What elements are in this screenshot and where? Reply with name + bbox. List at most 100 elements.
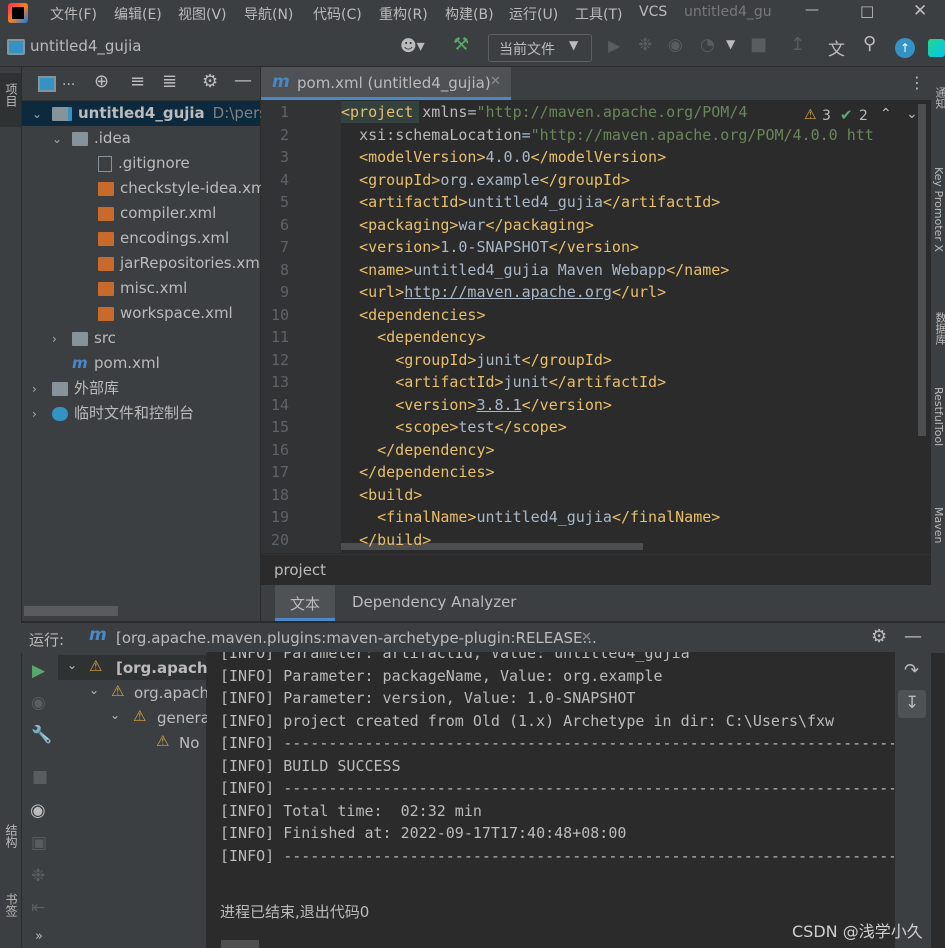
- scroll-to-end-button[interactable]: ↧: [898, 690, 926, 718]
- code-line[interactable]: xsi:schemaLocation="http://maven.apache.…: [341, 126, 874, 144]
- maximize-button[interactable]: □: [860, 2, 874, 20]
- code-line[interactable]: <version>3.8.1</version>: [341, 396, 612, 414]
- chevron-down-icon[interactable]: ⌄: [32, 102, 52, 127]
- run-tree-item[interactable]: org.apach: [134, 684, 209, 702]
- code-line[interactable]: <url>http://maven.apache.org</url>: [341, 283, 666, 301]
- menu-view[interactable]: 视图(V): [178, 4, 227, 24]
- code-line[interactable]: <name>untitled4_gujia Maven Webapp</name…: [341, 261, 729, 279]
- coverage-icon[interactable]: ◉: [668, 35, 683, 55]
- stop-icon[interactable]: ■: [750, 34, 767, 55]
- tree-item-compiler-xml[interactable]: compiler.xml: [78, 201, 216, 226]
- tree-item-idea[interactable]: ⌄ .idea: [52, 126, 131, 151]
- debug-icon[interactable]: ❉: [638, 35, 652, 55]
- pin-icon[interactable]: ❉: [31, 866, 45, 886]
- code-line[interactable]: </dependency>: [341, 441, 494, 459]
- code-line[interactable]: <project xmlns="http://maven.apache.org/…: [341, 103, 747, 121]
- code-line[interactable]: <dependencies>: [341, 306, 485, 324]
- user-icon[interactable]: ☻▾: [400, 36, 425, 55]
- next-highlight-icon[interactable]: ⌄: [906, 106, 918, 122]
- previous-highlight-icon[interactable]: ⌃: [880, 106, 892, 122]
- tree-item-encodings-xml[interactable]: encodings.xml: [78, 226, 229, 251]
- tree-item-src[interactable]: › src: [52, 326, 116, 351]
- run-tree-item[interactable]: genera: [157, 709, 210, 727]
- minimize-button[interactable]: —: [805, 2, 819, 18]
- code-line[interactable]: </build>: [341, 531, 431, 549]
- tree-item-jarrepositories-xml[interactable]: jarRepositories.xml: [78, 251, 264, 276]
- camera-icon[interactable]: ▣: [31, 833, 47, 853]
- tab-dependency-analyzer[interactable]: Dependency Analyzer: [352, 593, 516, 611]
- menu-navigate[interactable]: 导航(N): [244, 4, 293, 24]
- search-icon[interactable]: ⚲: [863, 33, 876, 54]
- code-line[interactable]: </dependencies>: [341, 463, 494, 481]
- close-tab-icon[interactable]: ✕: [490, 74, 501, 89]
- code-line[interactable]: <groupId>org.example</groupId>: [341, 171, 630, 189]
- close-run-tab-icon[interactable]: ✕: [581, 630, 592, 645]
- gear-icon[interactable]: ⚙: [202, 71, 218, 92]
- restful-tool-label[interactable]: RestfulTool: [932, 387, 945, 446]
- project-view-icon[interactable]: [38, 76, 56, 92]
- project-view-label[interactable]: ...: [62, 73, 75, 89]
- code-line[interactable]: <artifactId>untitled4_gujia</artifactId>: [341, 193, 720, 211]
- run-gear-icon[interactable]: ⚙: [871, 626, 887, 647]
- key-promoter-tool-label[interactable]: Key Promoter X: [932, 167, 945, 252]
- tab-pom-xml[interactable]: m pom.xml (untitled4_gujia) ✕: [261, 67, 511, 100]
- more-icon[interactable]: »: [35, 929, 43, 944]
- run-tree-item[interactable]: No: [179, 734, 199, 752]
- hide-icon[interactable]: —: [234, 70, 252, 91]
- menu-file[interactable]: 文件(F): [50, 4, 97, 24]
- run-tab-label[interactable]: [org.apache.maven.plugins:maven-archetyp…: [116, 629, 597, 647]
- structure-tool-label[interactable]: 结构: [3, 824, 20, 848]
- code-line[interactable]: <modelVersion>4.0.0</modelVersion>: [341, 148, 666, 166]
- rerun-icon[interactable]: ▶: [32, 661, 45, 681]
- tree-item-pom-xml[interactable]: m pom.xml: [52, 351, 160, 376]
- update-icon[interactable]: ↑: [895, 38, 915, 58]
- more-run-chevron-icon[interactable]: ▼: [726, 37, 735, 51]
- code-line[interactable]: <dependency>: [341, 328, 485, 346]
- chevron-down-icon[interactable]: ⌄: [89, 683, 99, 697]
- build-hammer-icon[interactable]: ⚒: [453, 34, 469, 55]
- soft-wrap-icon[interactable]: ↷: [904, 660, 919, 681]
- breadcrumb-item[interactable]: project: [274, 561, 326, 579]
- close-button[interactable]: ✕: [913, 1, 927, 21]
- menu-code[interactable]: 代码(C): [313, 4, 362, 24]
- console-horizontal-scrollbar[interactable]: [221, 940, 259, 948]
- tab-text[interactable]: 文本: [275, 585, 335, 621]
- chevron-right-icon[interactable]: ›: [32, 402, 52, 427]
- run-icon[interactable]: ▶: [608, 36, 620, 55]
- tree-item-misc-xml[interactable]: misc.xml: [78, 276, 187, 301]
- tree-item-checkstyle-idea-xml[interactable]: checkstyle-idea.xml: [78, 176, 270, 201]
- toolbar-project-name[interactable]: untitled4_gujia: [30, 37, 141, 55]
- database-tool-label[interactable]: 数据库: [932, 312, 945, 345]
- bookmarks-tool-label[interactable]: 书签: [3, 893, 20, 917]
- translate-icon[interactable]: 文: [828, 35, 845, 60]
- chevron-down-icon[interactable]: ⌄: [67, 658, 77, 672]
- code-line[interactable]: <scope>test</scope>: [341, 418, 567, 436]
- code-line[interactable]: <groupId>junit</groupId>: [341, 351, 612, 369]
- horizontal-scrollbar[interactable]: [24, 606, 118, 616]
- code-line[interactable]: <version>1.0-SNAPSHOT</version>: [341, 238, 639, 256]
- wrench-icon[interactable]: 🔧: [31, 725, 52, 745]
- menu-edit[interactable]: 编辑(E): [114, 4, 162, 24]
- chevron-down-icon[interactable]: ⌄: [110, 708, 120, 722]
- run-config-select[interactable]: 当前文件 ▼: [488, 34, 592, 62]
- menu-vcs[interactable]: VCS: [639, 4, 667, 20]
- plugin-logo-icon[interactable]: [928, 39, 945, 57]
- stop-run-icon[interactable]: ■: [32, 767, 48, 787]
- expand-all-icon[interactable]: ≡: [130, 71, 145, 92]
- menu-build[interactable]: 构建(B): [445, 4, 494, 24]
- more-tabs-icon[interactable]: ⋮: [909, 73, 925, 92]
- code-line[interactable]: <artifactId>junit</artifactId>: [341, 373, 666, 391]
- notifications-tool-label[interactable]: 通知: [932, 87, 945, 109]
- editor-vertical-scrollbar[interactable]: [918, 104, 926, 436]
- maven-tool-label[interactable]: Maven: [932, 507, 945, 543]
- code-line[interactable]: <build>: [341, 486, 422, 504]
- project-tool-tab[interactable]: 项目: [0, 73, 21, 127]
- menu-tools[interactable]: 工具(T): [575, 4, 622, 24]
- vcs-icon[interactable]: ↥: [790, 34, 805, 55]
- chevron-down-icon[interactable]: ⌄: [52, 127, 72, 152]
- tree-item-[interactable]: › 外部库: [32, 376, 119, 401]
- toggle-view-icon[interactable]: ◉: [31, 693, 46, 713]
- code-line[interactable]: <finalName>untitled4_gujia</finalName>: [341, 508, 720, 526]
- menu-refactor[interactable]: 重构(R): [379, 4, 428, 24]
- chevron-right-icon[interactable]: ›: [52, 327, 72, 352]
